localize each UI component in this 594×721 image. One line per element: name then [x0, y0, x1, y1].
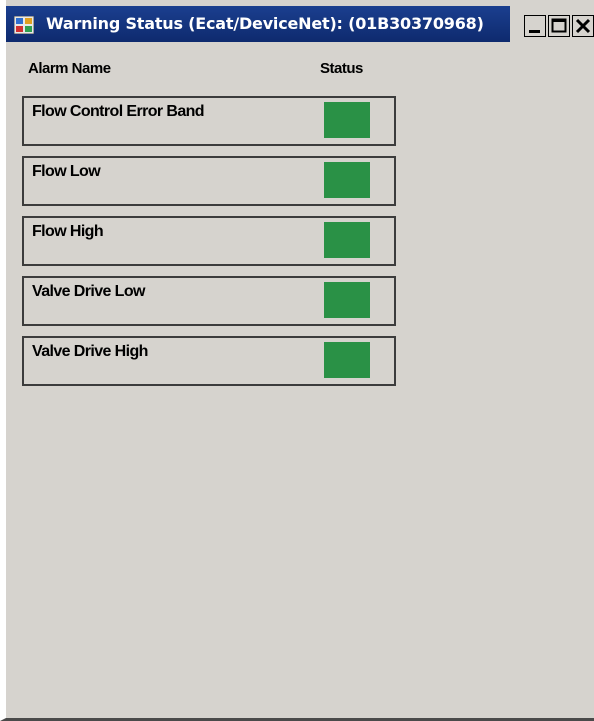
window-title: Warning Status (Ecat/DeviceNet): (01B303…: [46, 14, 484, 33]
alarm-row-flow-control-error-band: Flow Control Error Band: [22, 96, 396, 146]
alarm-label: Valve Drive High: [32, 343, 148, 360]
alarm-label: Flow High: [32, 223, 104, 240]
alarm-row-flow-high: Flow High: [22, 216, 396, 266]
title-bar[interactable]: Warning Status (Ecat/DeviceNet): (01B303…: [6, 6, 594, 42]
status-header: Status: [320, 60, 363, 77]
status-indicator: [324, 162, 370, 198]
alarm-row-flow-low: Flow Low: [22, 156, 396, 206]
minimize-icon[interactable]: [524, 15, 546, 37]
alarm-row-valve-drive-high: Valve Drive High: [22, 336, 396, 386]
warning-status-window: Warning Status (Ecat/DeviceNet): (01B303…: [0, 0, 594, 721]
close-icon[interactable]: [572, 15, 594, 37]
alarm-row-valve-drive-low: Valve Drive Low: [22, 276, 396, 326]
status-indicator: [324, 342, 370, 378]
alarm-label: Flow Control Error Band: [32, 103, 205, 120]
alarm-label: Flow Low: [32, 163, 101, 180]
status-indicator: [324, 222, 370, 258]
title-bar-caption: Warning Status (Ecat/DeviceNet): (01B303…: [6, 6, 510, 42]
alarm-label: Valve Drive Low: [32, 283, 145, 300]
status-indicator: [324, 282, 370, 318]
alarm-name-header: Alarm Name: [28, 60, 111, 77]
window-controls: [510, 6, 594, 42]
maximize-icon[interactable]: [548, 15, 570, 37]
status-indicator: [324, 102, 370, 138]
application-icon[interactable]: [14, 16, 34, 34]
